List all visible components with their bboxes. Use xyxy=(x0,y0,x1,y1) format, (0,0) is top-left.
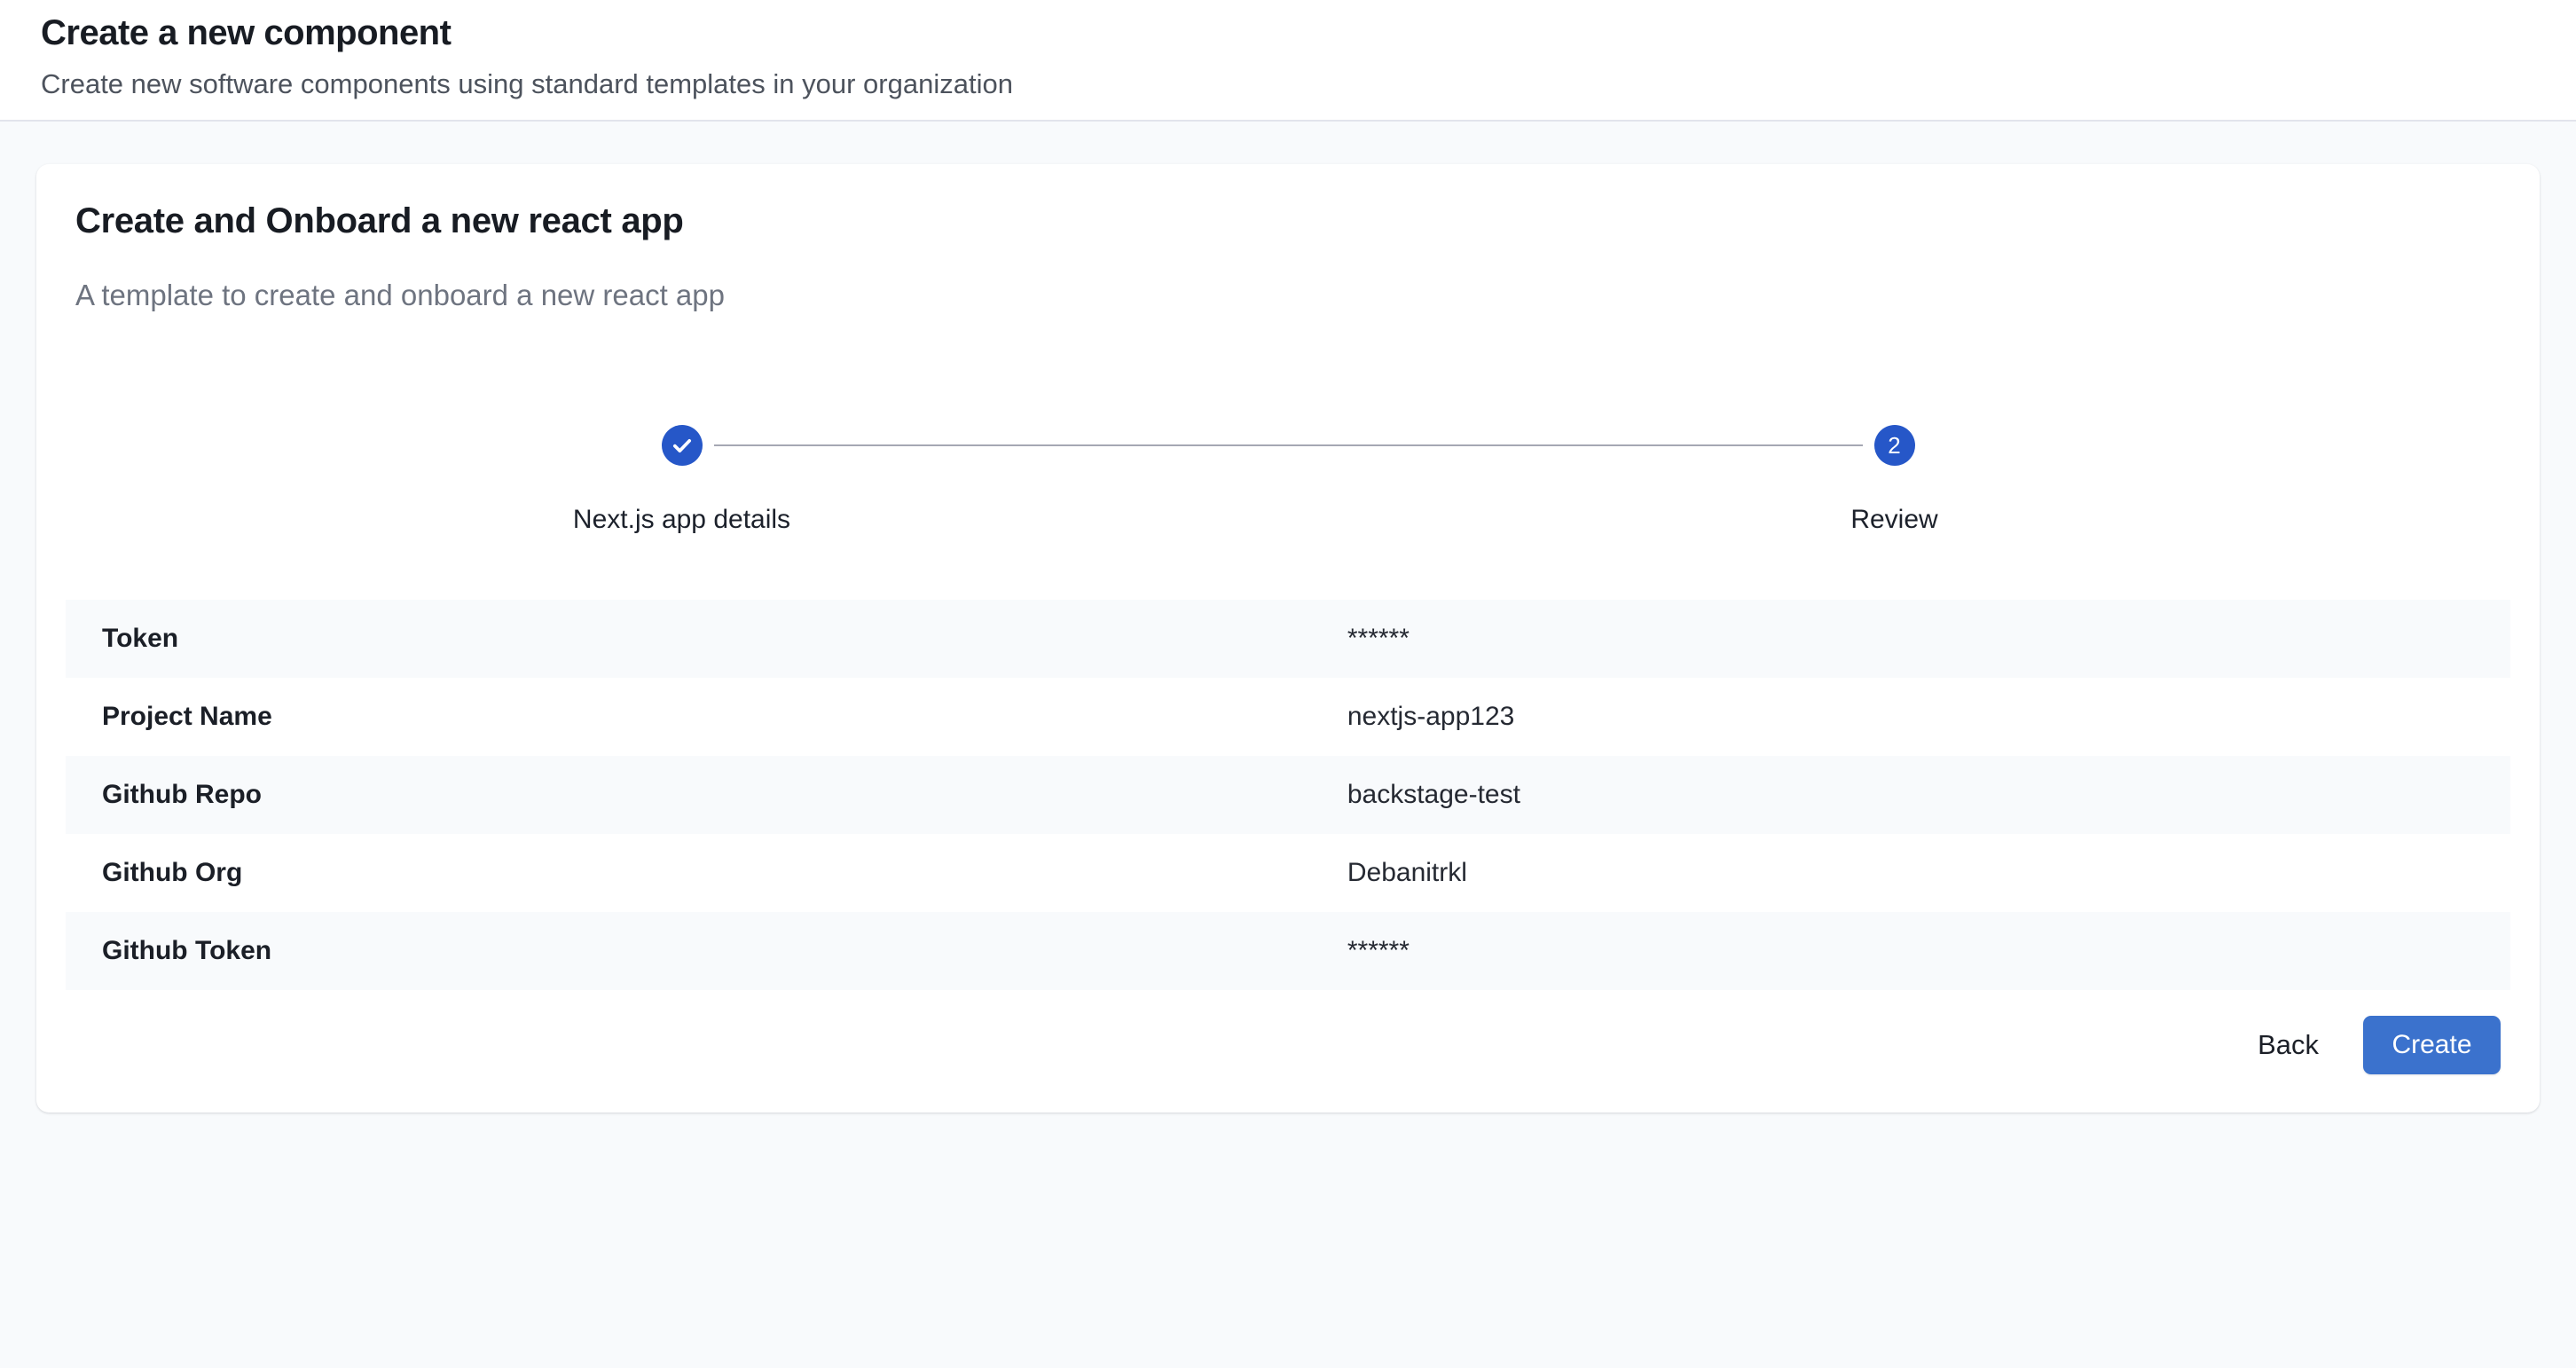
table-row-github-repo: Github Repo backstage-test xyxy=(66,756,2510,834)
step-completed-indicator xyxy=(662,425,703,466)
template-card: Create and Onboard a new react app A tem… xyxy=(36,164,2540,1112)
page-title: Create a new component xyxy=(41,12,2535,54)
stepper-step-review: 2 Review xyxy=(1288,425,2501,536)
review-table: Token ****** Project Name nextjs-app123 … xyxy=(66,600,2510,990)
stepper: Next.js app details 2 Review xyxy=(75,425,2501,536)
card-subtitle: A template to create and onboard a new r… xyxy=(75,278,2501,313)
table-row-token: Token ****** xyxy=(66,600,2510,678)
row-value: ****** xyxy=(1347,624,2474,654)
create-button[interactable]: Create xyxy=(2363,1016,2501,1074)
page-header: Create a new component Create new softwa… xyxy=(0,0,2576,122)
table-row-github-org: Github Org Debanitrkl xyxy=(66,834,2510,912)
step-active-indicator: 2 xyxy=(1874,425,1915,466)
card-title: Create and Onboard a new react app xyxy=(75,200,2501,242)
page-subtitle: Create new software components using sta… xyxy=(41,67,2535,101)
table-row-github-token: Github Token ****** xyxy=(66,912,2510,990)
row-label: Github Token xyxy=(102,936,1347,966)
check-icon xyxy=(670,433,695,458)
row-value: ****** xyxy=(1347,936,2474,966)
step-number: 2 xyxy=(1888,432,1900,460)
step-label-nextjs-app-details: Next.js app details xyxy=(573,503,790,536)
row-value: backstage-test xyxy=(1347,780,2474,810)
row-label: Token xyxy=(102,624,1347,654)
row-label: Github Repo xyxy=(102,780,1347,810)
stepper-step-nextjs-app-details: Next.js app details xyxy=(75,425,1288,536)
actions-row: Back Create xyxy=(75,1016,2501,1074)
main-content: Create and Onboard a new react app A tem… xyxy=(0,122,2576,1112)
row-label: Project Name xyxy=(102,702,1347,732)
row-label: Github Org xyxy=(102,858,1347,888)
step-label-review: Review xyxy=(1850,503,1937,536)
row-value: Debanitrkl xyxy=(1347,858,2474,888)
back-button[interactable]: Back xyxy=(2233,1017,2344,1073)
table-row-project-name: Project Name nextjs-app123 xyxy=(66,678,2510,756)
row-value: nextjs-app123 xyxy=(1347,702,2474,732)
step-connector-line xyxy=(714,444,1863,446)
